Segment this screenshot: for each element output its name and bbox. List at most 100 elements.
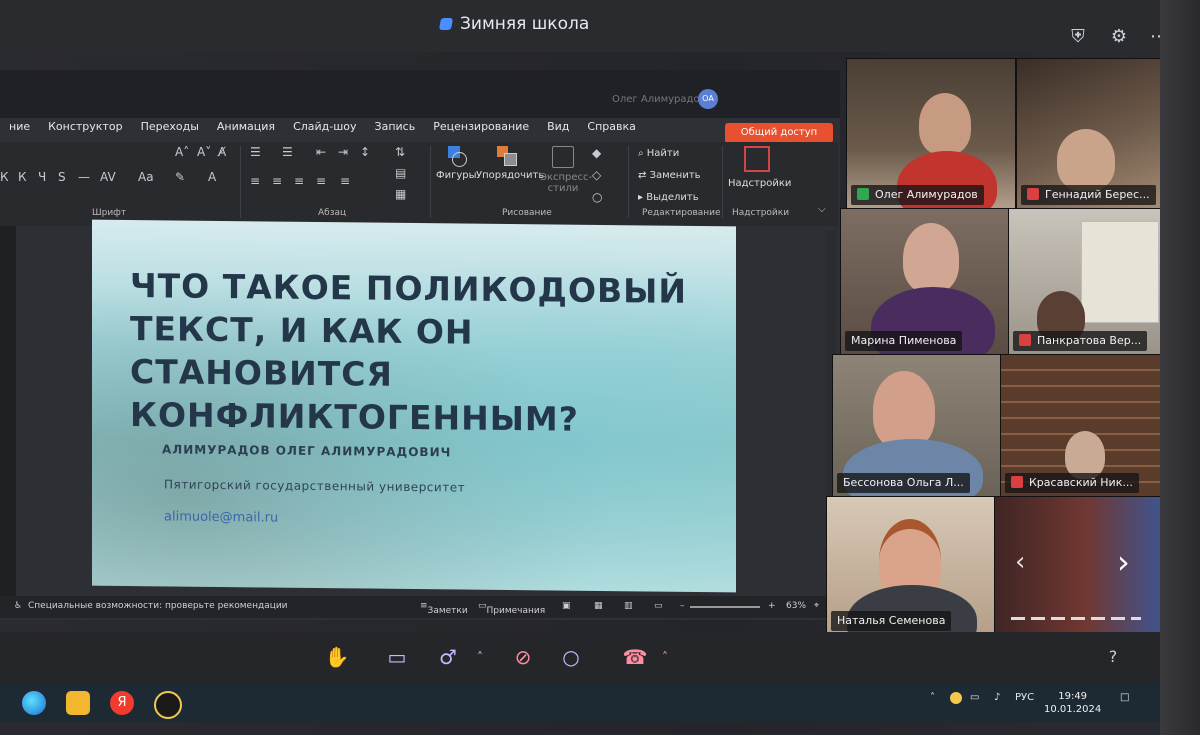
participant-tile[interactable]: Наталья Семенова	[826, 496, 996, 636]
gear-icon[interactable]: ⚙	[1108, 26, 1130, 48]
camera-off-icon[interactable]: ⊘	[508, 642, 538, 672]
line-spacing-icon[interactable]: ↕	[360, 145, 370, 159]
chevron-up-icon[interactable]: ˄	[650, 642, 680, 672]
align-left-icon[interactable]: ≡	[250, 174, 260, 188]
chevron-right-icon[interactable]: ›	[1117, 543, 1130, 581]
align-text-icon[interactable]: ▤	[395, 166, 406, 180]
strikethrough-icon[interactable]: —	[78, 170, 90, 184]
replace-button[interactable]: ⇄ Заменить	[638, 170, 701, 181]
reading-view-icon[interactable]: ▥	[624, 601, 633, 611]
underline-icon[interactable]: Ч	[38, 170, 46, 184]
slide-email[interactable]: alimuole@mail.ru	[164, 509, 278, 525]
menu-item-record[interactable]: Запись	[366, 116, 425, 138]
smartart-icon[interactable]: ▦	[395, 187, 406, 201]
zoom-out-icon[interactable]: –	[680, 601, 685, 611]
raise-hand-icon[interactable]: ✋	[322, 642, 352, 672]
yandex-browser-icon[interactable]: Я	[110, 691, 134, 715]
menu-item-help[interactable]: Справка	[578, 116, 644, 138]
participant-tile[interactable]: Бессонова Ольга Л...	[832, 354, 1002, 498]
bold-icon[interactable]: К	[0, 170, 9, 184]
zoom-level[interactable]: 63%	[786, 601, 806, 611]
chevron-up-icon[interactable]: ˄	[930, 692, 935, 703]
edge-icon[interactable]	[22, 691, 46, 715]
chevron-up-icon[interactable]: ˄	[465, 642, 495, 672]
record-icon[interactable]: ○	[556, 642, 586, 672]
share-button[interactable]: Общий доступ	[725, 123, 833, 143]
avatar[interactable]: ОА	[698, 89, 718, 109]
participant-tile[interactable]: Марина Пименова	[840, 208, 1010, 356]
highlight-icon[interactable]: ✎	[175, 170, 185, 184]
accessibility-status[interactable]: Специальные возможности: проверьте реком…	[28, 601, 288, 611]
numbering-icon[interactable]: ☰	[282, 145, 293, 159]
font-color-icon[interactable]: A	[208, 170, 216, 184]
help-button[interactable]: ?	[1098, 642, 1128, 672]
tray-app-icon[interactable]	[950, 692, 962, 704]
zoom-slider[interactable]	[690, 606, 760, 608]
express-styles-button[interactable]: Экспресс-стили	[540, 146, 592, 194]
participant-tile[interactable]: Панкратова Вер...	[1008, 208, 1162, 356]
language-indicator[interactable]: РУС	[1015, 692, 1034, 703]
menu-item-design[interactable]: Конструктор	[39, 116, 131, 138]
shield-icon[interactable]: ⛨	[1067, 26, 1089, 48]
text-direction-icon[interactable]: ⇅	[395, 145, 405, 159]
menu-item-transitions[interactable]: Переходы	[132, 116, 208, 138]
accessibility-icon[interactable]: ♿	[14, 601, 22, 611]
file-explorer-icon[interactable]	[66, 691, 90, 715]
shrink-font-icon[interactable]: A˅	[197, 145, 211, 159]
app-icon[interactable]	[154, 691, 182, 719]
zoom-in-icon[interactable]: +	[768, 601, 776, 611]
replace-icon: ⇄	[638, 170, 650, 181]
microphone-icon[interactable]: ♂	[433, 642, 463, 672]
select-button[interactable]: ▸ Выделить	[638, 192, 699, 203]
battery-icon[interactable]: ▭	[970, 692, 979, 703]
menu-item-animation[interactable]: Анимация	[208, 116, 284, 138]
clock[interactable]: 19:49 10.01.2024	[1044, 690, 1101, 716]
ppt-header: Олег Алимурадов ОА	[0, 70, 840, 118]
grow-font-icon[interactable]: A˄	[175, 145, 189, 159]
mic-off-icon	[1027, 188, 1039, 200]
chevron-down-icon[interactable]: ⌵	[818, 204, 826, 215]
comments-button[interactable]: ▭ Примечания	[478, 601, 545, 616]
participant-tile[interactable]: Красавский Ник...	[1000, 354, 1162, 498]
arrange-button[interactable]: Упорядочить	[476, 146, 544, 181]
end-call-icon[interactable]: ☎	[620, 642, 650, 672]
menu-item[interactable]: ние	[0, 116, 39, 138]
find-button[interactable]: ⌕ Найти	[638, 148, 679, 159]
indent-icon[interactable]: ⇤	[316, 145, 326, 159]
justify-icon[interactable]: ≡	[316, 174, 326, 188]
align-right-icon[interactable]: ≡	[294, 174, 304, 188]
menu-item-view[interactable]: Вид	[538, 116, 578, 138]
windows-taskbar: Я ˄ ▭ ♪ РУС 19:49 10.01.2024 □	[0, 684, 1160, 722]
italic-icon[interactable]: К	[18, 170, 27, 184]
notes-button[interactable]: ≡ Заметки	[420, 601, 468, 616]
align-center-icon[interactable]: ≡	[272, 174, 282, 188]
effects-icon[interactable]: ○	[592, 190, 602, 204]
slide: ЧТО ТАКОЕ ПОЛИКОДОВЫЙ ТЕКСТ, И КАК ОН СТ…	[92, 219, 736, 593]
menu-item-review[interactable]: Рецензирование	[424, 116, 538, 138]
addins-button[interactable]: Надстройки	[728, 146, 791, 189]
columns-icon[interactable]: ≡	[340, 174, 350, 188]
menu-item-slideshow[interactable]: Слайд-шоу	[284, 116, 365, 138]
shapes-button[interactable]: Фигуры	[436, 146, 477, 181]
clear-format-icon[interactable]: A̸	[218, 145, 226, 159]
notifications-icon[interactable]: □	[1120, 692, 1129, 703]
outline-icon[interactable]: ◇	[592, 168, 601, 182]
spacing-icon[interactable]: AV	[100, 170, 116, 184]
shadow-icon[interactable]: S	[58, 170, 66, 184]
participant-tile[interactable]: Олег Алимурадов	[846, 58, 1016, 210]
outdent-icon[interactable]: ⇥	[338, 145, 348, 159]
normal-view-icon[interactable]: ▣	[562, 601, 571, 611]
case-icon[interactable]: Aa	[138, 170, 154, 184]
participant-tile[interactable]: Геннадий Берес...	[1016, 58, 1162, 210]
slideshow-view-icon[interactable]: ▭	[654, 601, 663, 611]
fit-slide-icon[interactable]: ⌖	[814, 601, 819, 611]
sorter-view-icon[interactable]: ▦	[594, 601, 603, 611]
chevron-left-icon[interactable]: ‹	[1015, 547, 1025, 577]
bullets-icon[interactable]: ☰	[250, 145, 261, 159]
fill-icon[interactable]: ◆	[592, 146, 601, 160]
gallery-next-page[interactable]: ‹ ›	[994, 496, 1162, 636]
participant-label: Бессонова Ольга Л...	[837, 473, 970, 493]
volume-icon[interactable]: ♪	[994, 692, 1000, 703]
thumbnail-pane	[0, 226, 16, 596]
screen-share-icon[interactable]: ▭	[382, 642, 412, 672]
